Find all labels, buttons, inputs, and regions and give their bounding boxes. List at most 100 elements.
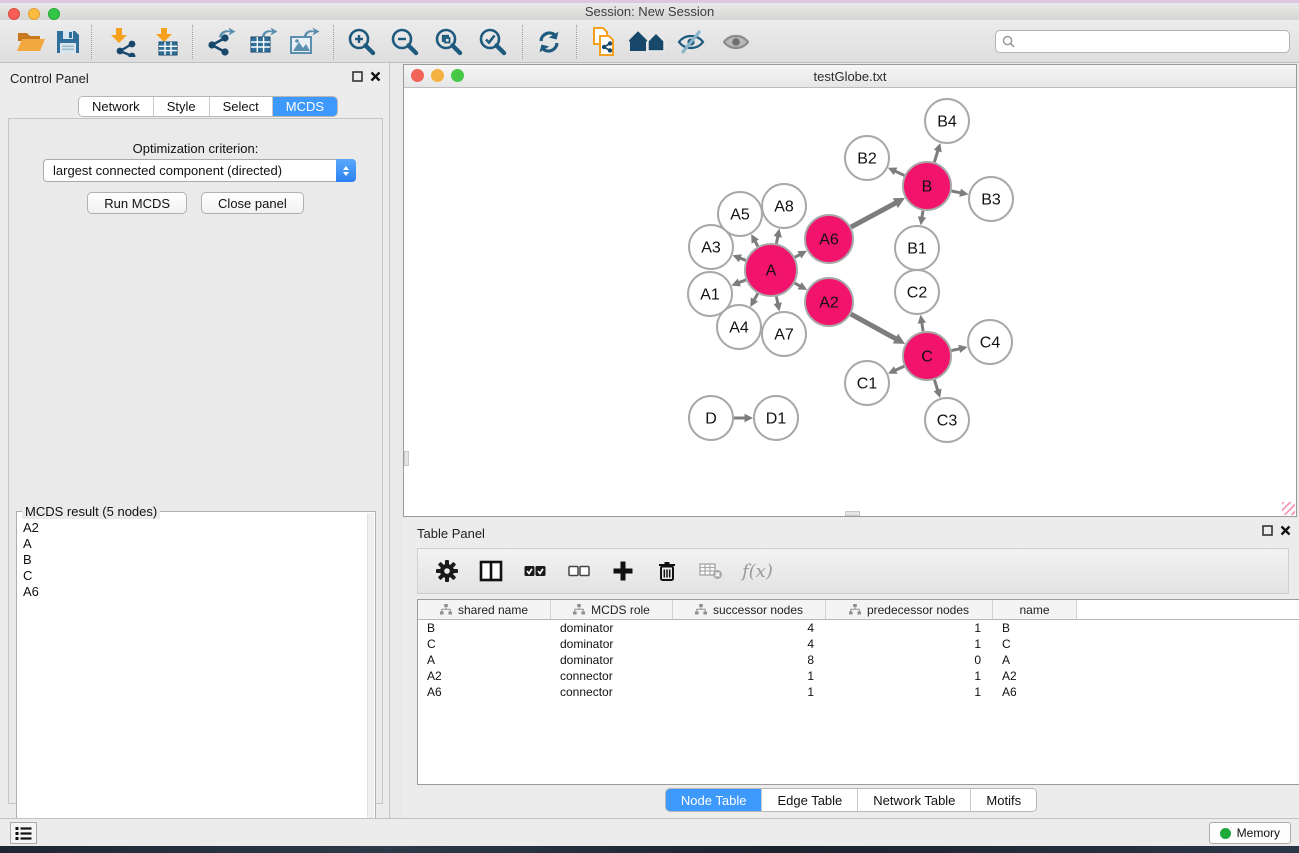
table-cell[interactable]: 4 [673, 620, 826, 636]
export-network-button[interactable] [204, 25, 240, 59]
graph-edge-B-B4[interactable] [934, 150, 938, 162]
table-cell[interactable]: B [993, 620, 1077, 636]
task-history-button[interactable] [10, 822, 37, 844]
graph-edge-C-C3[interactable] [934, 380, 937, 391]
select-all-columns-button[interactable] [522, 558, 548, 584]
table-cell[interactable]: 1 [673, 668, 826, 684]
import-table-button[interactable] [149, 25, 185, 59]
close-panel-icon[interactable] [370, 71, 381, 82]
table-cell[interactable]: 4 [673, 636, 826, 652]
close-panel-icon[interactable] [1280, 525, 1291, 536]
column-header-successor-nodes[interactable]: successor nodes [673, 600, 826, 619]
graph-edge-A6-B[interactable] [851, 203, 896, 227]
column-header-shared-name[interactable]: shared name [418, 600, 551, 619]
table-cell[interactable]: 8 [673, 652, 826, 668]
table-cell[interactable]: 1 [673, 684, 826, 700]
add-column-button[interactable] [610, 558, 636, 584]
zoom-fit-button[interactable] [431, 25, 467, 59]
float-panel-icon[interactable] [1262, 525, 1273, 536]
run-mcds-button[interactable]: Run MCDS [87, 192, 187, 214]
show-columns-button[interactable] [478, 558, 504, 584]
close-panel-button[interactable]: Close panel [201, 192, 304, 214]
table-cell[interactable]: dominator [551, 636, 673, 652]
table-cell[interactable]: B [418, 620, 551, 636]
table-cell[interactable]: 1 [826, 620, 993, 636]
table-cell[interactable]: A6 [993, 684, 1077, 700]
result-item[interactable]: A [19, 536, 367, 552]
table-cell[interactable]: connector [551, 684, 673, 700]
table-cell[interactable]: 0 [826, 652, 993, 668]
table-cell[interactable]: A6 [418, 684, 551, 700]
zoom-selected-button[interactable] [475, 25, 511, 59]
tab-select[interactable]: Select [209, 97, 272, 116]
result-scrollbar[interactable] [367, 513, 374, 850]
table-cell[interactable]: 1 [826, 668, 993, 684]
tab-network-table[interactable]: Network Table [857, 789, 970, 811]
result-item[interactable]: C [19, 568, 367, 584]
table-cell[interactable]: A [418, 652, 551, 668]
new-network-from-file-button[interactable] [587, 25, 623, 59]
export-image-button[interactable] [286, 25, 322, 59]
tab-network[interactable]: Network [79, 97, 153, 116]
refresh-button[interactable] [531, 25, 567, 59]
memory-button[interactable]: Memory [1209, 822, 1291, 844]
table-cell[interactable]: 1 [826, 684, 993, 700]
column-header-predecessor-nodes[interactable]: predecessor nodes [826, 600, 993, 619]
graph-edge-A2-C[interactable] [851, 314, 896, 339]
hide-graphics-details-button[interactable] [673, 25, 709, 59]
table-cell[interactable]: C [993, 636, 1077, 652]
frame-handle-bottom[interactable] [845, 511, 860, 516]
table-row[interactable]: A2connector11A2 [418, 668, 1299, 684]
table-row[interactable]: Cdominator41C [418, 636, 1299, 652]
delete-columns-button[interactable] [654, 558, 680, 584]
delete-table-button[interactable] [698, 558, 724, 584]
unselect-all-columns-button[interactable] [566, 558, 592, 584]
import-network-button[interactable] [105, 25, 141, 59]
network-window-titlebar[interactable]: testGlobe.txt [404, 65, 1296, 88]
table-cell[interactable]: A [993, 652, 1077, 668]
table-settings-button[interactable] [434, 558, 460, 584]
column-header-name[interactable]: name [993, 600, 1077, 619]
table-cell[interactable]: A2 [993, 668, 1077, 684]
first-neighbors-button[interactable] [629, 25, 665, 59]
table-cell[interactable]: dominator [551, 652, 673, 668]
tab-edge-table[interactable]: Edge Table [761, 789, 857, 811]
table-row[interactable]: Bdominator41B [418, 620, 1299, 636]
table-cell[interactable]: dominator [551, 620, 673, 636]
graph-edge-C-C4[interactable] [951, 349, 960, 351]
result-item[interactable]: A2 [19, 520, 367, 536]
zoom-in-button[interactable] [344, 25, 380, 59]
function-builder-button[interactable]: f(x) [742, 558, 773, 584]
table-cell[interactable]: 1 [826, 636, 993, 652]
frame-handle-left[interactable] [404, 451, 409, 466]
graph-edge-B-B1[interactable] [922, 211, 923, 218]
optimization-criterion-select[interactable]: largest connected component (directed) [43, 159, 356, 182]
tab-mcds[interactable]: MCDS [272, 97, 337, 116]
resize-grip-icon[interactable] [1282, 502, 1295, 515]
table-row[interactable]: Adominator80A [418, 652, 1299, 668]
tab-node-table[interactable]: Node Table [666, 789, 762, 811]
graph-edge-B-B2[interactable] [895, 171, 905, 176]
table-row[interactable]: A6connector11A6 [418, 684, 1299, 700]
save-session-button[interactable] [50, 25, 86, 59]
show-graphics-details-button[interactable] [718, 25, 754, 59]
search-input[interactable] [1020, 35, 1283, 49]
table-cell[interactable]: A2 [418, 668, 551, 684]
graph-edge-A-A4[interactable] [754, 294, 758, 301]
table-cell[interactable]: C [418, 636, 551, 652]
export-table-button[interactable] [245, 25, 281, 59]
graph-edge-C-C1[interactable] [895, 366, 904, 370]
result-item[interactable]: A6 [19, 584, 367, 600]
column-header-mcds-role[interactable]: MCDS role [551, 600, 673, 619]
table-cell[interactable]: connector [551, 668, 673, 684]
graph-edge-B-B3[interactable] [951, 191, 961, 193]
network-canvas[interactable]: B4B2BB3A8A5A6A3B1AC2A1A2A4A7C4CC1DD1C3 [404, 88, 1296, 516]
graph-edge-A-A7[interactable] [776, 296, 778, 304]
zoom-out-button[interactable] [387, 25, 423, 59]
graph-edge-A-A1[interactable] [738, 280, 745, 283]
result-item[interactable]: B [19, 552, 367, 568]
open-session-button[interactable] [13, 25, 49, 59]
tab-motifs[interactable]: Motifs [970, 789, 1036, 811]
graph-edge-A-A2[interactable] [795, 283, 801, 286]
float-panel-icon[interactable] [352, 71, 363, 82]
